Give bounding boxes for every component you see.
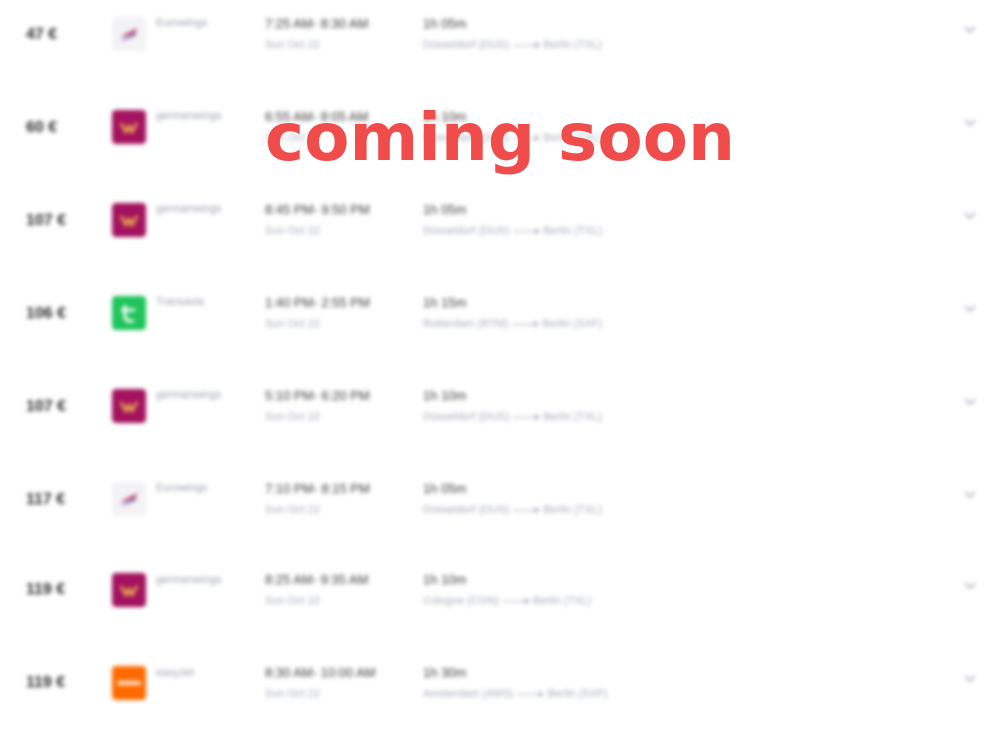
flight-route: Rotterdam (RTM) Berlin (SXF) bbox=[423, 317, 602, 331]
flight-price: 106 € bbox=[26, 305, 67, 322]
flight-duration: 1h 05m bbox=[423, 481, 467, 496]
route-destination: Berlin (TXL) bbox=[543, 504, 602, 516]
flight-row[interactable]: 47 € Eurowings 7:25 AM- 8:30 AM Sun Oct … bbox=[0, 0, 1000, 92]
flight-times: 7:25 AM- 8:30 AM bbox=[265, 16, 369, 31]
route-arrow-icon bbox=[513, 227, 541, 234]
airline-name: Transavia bbox=[156, 296, 204, 308]
chevron-down-icon[interactable] bbox=[962, 300, 978, 316]
flight-duration: 1h 05m bbox=[423, 16, 467, 31]
chevron-down-icon[interactable] bbox=[962, 670, 978, 686]
germanwings-logo-icon bbox=[112, 573, 146, 607]
route-arrow-icon bbox=[513, 41, 541, 48]
route-destination: Berlin (TXL) bbox=[543, 225, 602, 237]
flight-times: 5:10 PM- 6:20 PM bbox=[265, 388, 370, 403]
flight-times: 8:45 PM- 9:50 PM bbox=[265, 202, 370, 217]
transavia-logo-icon bbox=[112, 296, 146, 330]
flight-times: 1:40 PM- 2:55 PM bbox=[265, 295, 370, 310]
airline-name: easyJet bbox=[156, 667, 194, 679]
route-arrow-icon bbox=[517, 690, 545, 697]
flight-price: 107 € bbox=[26, 212, 67, 229]
route-destination: Berlin (TXL) bbox=[543, 39, 602, 51]
germanwings-logo-icon bbox=[112, 203, 146, 237]
chevron-down-icon[interactable] bbox=[962, 577, 978, 593]
coming-soon-overlay: coming soon bbox=[264, 99, 736, 176]
route-arrow-icon bbox=[513, 506, 541, 513]
airline-name: germanwings bbox=[156, 203, 222, 215]
eurowings-logo-icon bbox=[112, 482, 146, 516]
chevron-down-icon[interactable] bbox=[962, 393, 978, 409]
easyjet-logo-icon bbox=[112, 666, 146, 700]
route-destination: Berlin (SXF) bbox=[542, 318, 603, 330]
flight-price: 107 € bbox=[26, 398, 67, 415]
flight-row[interactable]: 119 € germanwings 8:25 AM- 9:35 AM Sun O… bbox=[0, 558, 1000, 650]
flight-times: 7:10 PM- 8:15 PM bbox=[265, 481, 370, 496]
flight-duration: 1h 15m bbox=[423, 295, 467, 310]
chevron-down-icon[interactable] bbox=[962, 486, 978, 502]
flight-price: 119 € bbox=[26, 581, 66, 598]
route-origin: Amsterdam (AMS) bbox=[423, 688, 514, 700]
route-origin: Düsseldorf (DUS) bbox=[423, 504, 510, 516]
flight-date: Sun Oct 22 bbox=[265, 411, 321, 423]
route-arrow-icon bbox=[502, 597, 530, 604]
flight-times: 8:30 AM- 10:00 AM bbox=[265, 665, 376, 680]
flight-date: Sun Oct 22 bbox=[265, 318, 321, 330]
route-arrow-icon bbox=[513, 413, 541, 420]
route-origin: Cologne (CGN) bbox=[423, 595, 499, 607]
flight-date: Sun Oct 22 bbox=[265, 595, 321, 607]
flight-row[interactable]: 107 € germanwings 8:45 PM- 9:50 PM Sun O… bbox=[0, 186, 1000, 278]
flight-price: 119 € bbox=[26, 674, 66, 691]
flight-duration: 1h 05m bbox=[423, 202, 467, 217]
germanwings-logo-icon bbox=[112, 389, 146, 423]
flight-date: Sun Oct 22 bbox=[265, 688, 321, 700]
flight-route: Düsseldorf (DUS) Berlin (TXL) bbox=[423, 410, 602, 424]
flight-route: Düsseldorf (DUS) Berlin (TXL) bbox=[423, 503, 602, 517]
flight-duration: 1h 10m bbox=[423, 388, 467, 403]
route-origin: Düsseldorf (DUS) bbox=[423, 225, 510, 237]
airline-name: Eurowings bbox=[156, 17, 208, 29]
airline-name: germanwings bbox=[156, 574, 222, 586]
flight-price: 117 € bbox=[26, 491, 66, 508]
route-origin: Düsseldorf (DUS) bbox=[423, 411, 510, 423]
flight-row[interactable]: 107 € germanwings 5:10 PM- 6:20 PM Sun O… bbox=[0, 372, 1000, 464]
chevron-down-icon[interactable] bbox=[962, 207, 978, 223]
flight-duration: 1h 10m bbox=[423, 572, 467, 587]
flight-row[interactable]: 106 € Transavia 1:40 PM- 2:55 PM Sun Oct… bbox=[0, 279, 1000, 371]
route-arrow-icon bbox=[512, 320, 540, 327]
chevron-down-icon[interactable] bbox=[962, 21, 978, 37]
flight-route: Amsterdam (AMS) Berlin (SXF) bbox=[423, 687, 607, 701]
airline-name: Eurowings bbox=[156, 482, 208, 494]
flight-route: Cologne (CGN) Berlin (TXL) bbox=[423, 594, 592, 608]
route-origin: Düsseldorf (DUS) bbox=[423, 39, 510, 51]
flight-date: Sun Oct 22 bbox=[265, 504, 321, 516]
flight-times: 8:25 AM- 9:35 AM bbox=[265, 572, 369, 587]
eurowings-logo-icon bbox=[112, 17, 146, 51]
flight-date: Sun Oct 22 bbox=[265, 39, 321, 51]
flight-duration: 1h 30m bbox=[423, 665, 467, 680]
flight-row[interactable]: 119 € easyJet 8:30 AM- 10:00 AM Sun Oct … bbox=[0, 651, 1000, 736]
flight-price: 47 € bbox=[26, 26, 58, 43]
flight-row[interactable]: 117 € Eurowings 7:10 PM- 8:15 PM Sun Oct… bbox=[0, 465, 1000, 557]
flight-route: Düsseldorf (DUS) Berlin (TXL) bbox=[423, 38, 602, 52]
route-destination: Berlin (TXL) bbox=[532, 595, 592, 607]
airline-name: germanwings bbox=[156, 389, 222, 401]
flight-route: Düsseldorf (DUS) Berlin (TXL) bbox=[423, 224, 602, 238]
route-origin: Rotterdam (RTM) bbox=[423, 318, 509, 330]
flight-date: Sun Oct 22 bbox=[265, 225, 321, 237]
route-destination: Berlin (SXF) bbox=[547, 688, 608, 700]
route-destination: Berlin (TXL) bbox=[543, 411, 602, 423]
